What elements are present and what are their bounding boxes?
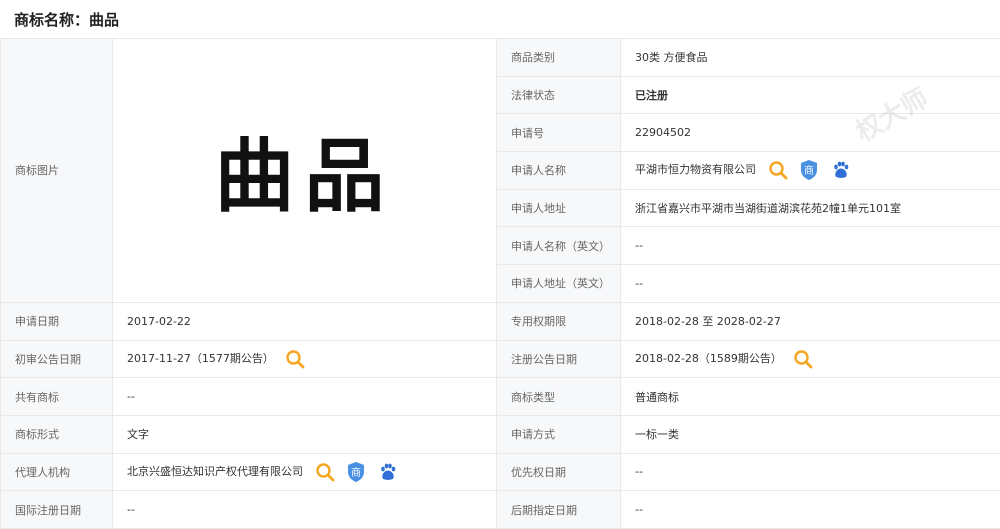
tm-form-label: 商标形式 bbox=[1, 415, 113, 453]
apply-date-label: 申请日期 bbox=[1, 302, 113, 340]
legal-status-value: 已注册 bbox=[621, 76, 1000, 114]
shang-badge-icon[interactable]: 商 bbox=[799, 159, 819, 181]
search-icon[interactable] bbox=[793, 349, 813, 369]
page-header: 商标名称：曲品 bbox=[0, 0, 1000, 38]
baidu-paw-icon[interactable] bbox=[378, 462, 398, 482]
agent-label: 代理人机构 bbox=[1, 453, 113, 491]
page-title: 商标名称：曲品 bbox=[14, 9, 119, 30]
intl-reg-date-label: 国际注册日期 bbox=[1, 491, 113, 529]
tm-type-value: 普通商标 bbox=[621, 378, 1000, 416]
shang-badge-text: 商 bbox=[804, 164, 814, 177]
reg-announce-date-label: 注册公告日期 bbox=[497, 340, 621, 378]
search-icon[interactable] bbox=[315, 462, 335, 482]
table-row: 申请日期 2017-02-22 专用权期限 2018-02-28 至 2028-… bbox=[1, 302, 1000, 340]
baidu-paw-icon[interactable] bbox=[831, 160, 851, 180]
later-date-label: 后期指定日期 bbox=[497, 491, 621, 529]
applicant-cell: 平湖市恒力物资有限公司 商 bbox=[621, 152, 1000, 190]
later-date-value: -- bbox=[621, 491, 1000, 529]
search-icon[interactable] bbox=[285, 349, 305, 369]
reg-no-label: 申请号 bbox=[497, 114, 621, 152]
table-row: 代理人机构 北京兴盛恒达知识产权代理有限公司 商 优先权日期 -- bbox=[1, 453, 1000, 491]
address-en-label: 申请人地址（英文） bbox=[497, 265, 621, 303]
tm-form-value: 文字 bbox=[113, 415, 497, 453]
applicant-en-value: -- bbox=[621, 227, 1000, 265]
applicant-value[interactable]: 平湖市恒力物资有限公司 bbox=[635, 163, 756, 176]
table-row: 初审公告日期 2017-11-27（1577期公告） 注册公告日期 2018-0… bbox=[1, 340, 1000, 378]
category-value: 30类 方便食品 bbox=[621, 39, 1000, 77]
apply-date-value: 2017-02-22 bbox=[113, 302, 497, 340]
intl-reg-date-value: -- bbox=[113, 491, 497, 529]
exclusive-period-value: 2018-02-28 至 2028-02-27 bbox=[621, 302, 1000, 340]
trademark-image: 曲品 bbox=[113, 39, 497, 303]
table-row: 商标形式 文字 申请方式 一标一类 bbox=[1, 415, 1000, 453]
apply-method-value: 一标一类 bbox=[621, 415, 1000, 453]
agent-cell: 北京兴盛恒达知识产权代理有限公司 商 bbox=[113, 453, 497, 491]
reg-announce-date-value: 2018-02-28（1589期公告） bbox=[635, 352, 782, 365]
address-en-value: -- bbox=[621, 265, 1000, 303]
applicant-label: 申请人名称 bbox=[497, 152, 621, 190]
shang-badge-text: 商 bbox=[351, 466, 361, 479]
trademark-info-table: 商标图片 曲品 商品类别 30类 方便食品 法律状态 已注册 申请号 22904… bbox=[0, 38, 1000, 529]
prelim-date-cell: 2017-11-27（1577期公告） bbox=[113, 340, 497, 378]
legal-status-label: 法律状态 bbox=[497, 76, 621, 114]
exclusive-period-label: 专用权期限 bbox=[497, 302, 621, 340]
shared-value: -- bbox=[113, 378, 497, 416]
image-label: 商标图片 bbox=[1, 39, 113, 303]
search-icon[interactable] bbox=[768, 160, 788, 180]
table-row: 国际注册日期 -- 后期指定日期 -- bbox=[1, 491, 1000, 529]
address-label: 申请人地址 bbox=[497, 189, 621, 227]
category-label: 商品类别 bbox=[497, 39, 621, 77]
shang-badge-icon[interactable]: 商 bbox=[346, 461, 366, 483]
prelim-date-value: 2017-11-27（1577期公告） bbox=[127, 352, 274, 365]
reg-announce-date-cell: 2018-02-28（1589期公告） bbox=[621, 340, 1000, 378]
prelim-date-label: 初审公告日期 bbox=[1, 340, 113, 378]
trademark-image-text: 曲品 bbox=[113, 39, 496, 301]
table-row: 共有商标 -- 商标类型 普通商标 bbox=[1, 378, 1000, 416]
address-value: 浙江省嘉兴市平湖市当湖街道湖滨花苑2幢1单元101室 bbox=[621, 189, 1000, 227]
reg-no-value: 22904502 bbox=[621, 114, 1000, 152]
tm-type-label: 商标类型 bbox=[497, 378, 621, 416]
shared-label: 共有商标 bbox=[1, 378, 113, 416]
applicant-en-label: 申请人名称（英文） bbox=[497, 227, 621, 265]
agent-value[interactable]: 北京兴盛恒达知识产权代理有限公司 bbox=[127, 465, 303, 478]
table-row: 商标图片 曲品 商品类别 30类 方便食品 bbox=[1, 39, 1000, 77]
priority-date-value: -- bbox=[621, 453, 1000, 491]
priority-date-label: 优先权日期 bbox=[497, 453, 621, 491]
apply-method-label: 申请方式 bbox=[497, 415, 621, 453]
